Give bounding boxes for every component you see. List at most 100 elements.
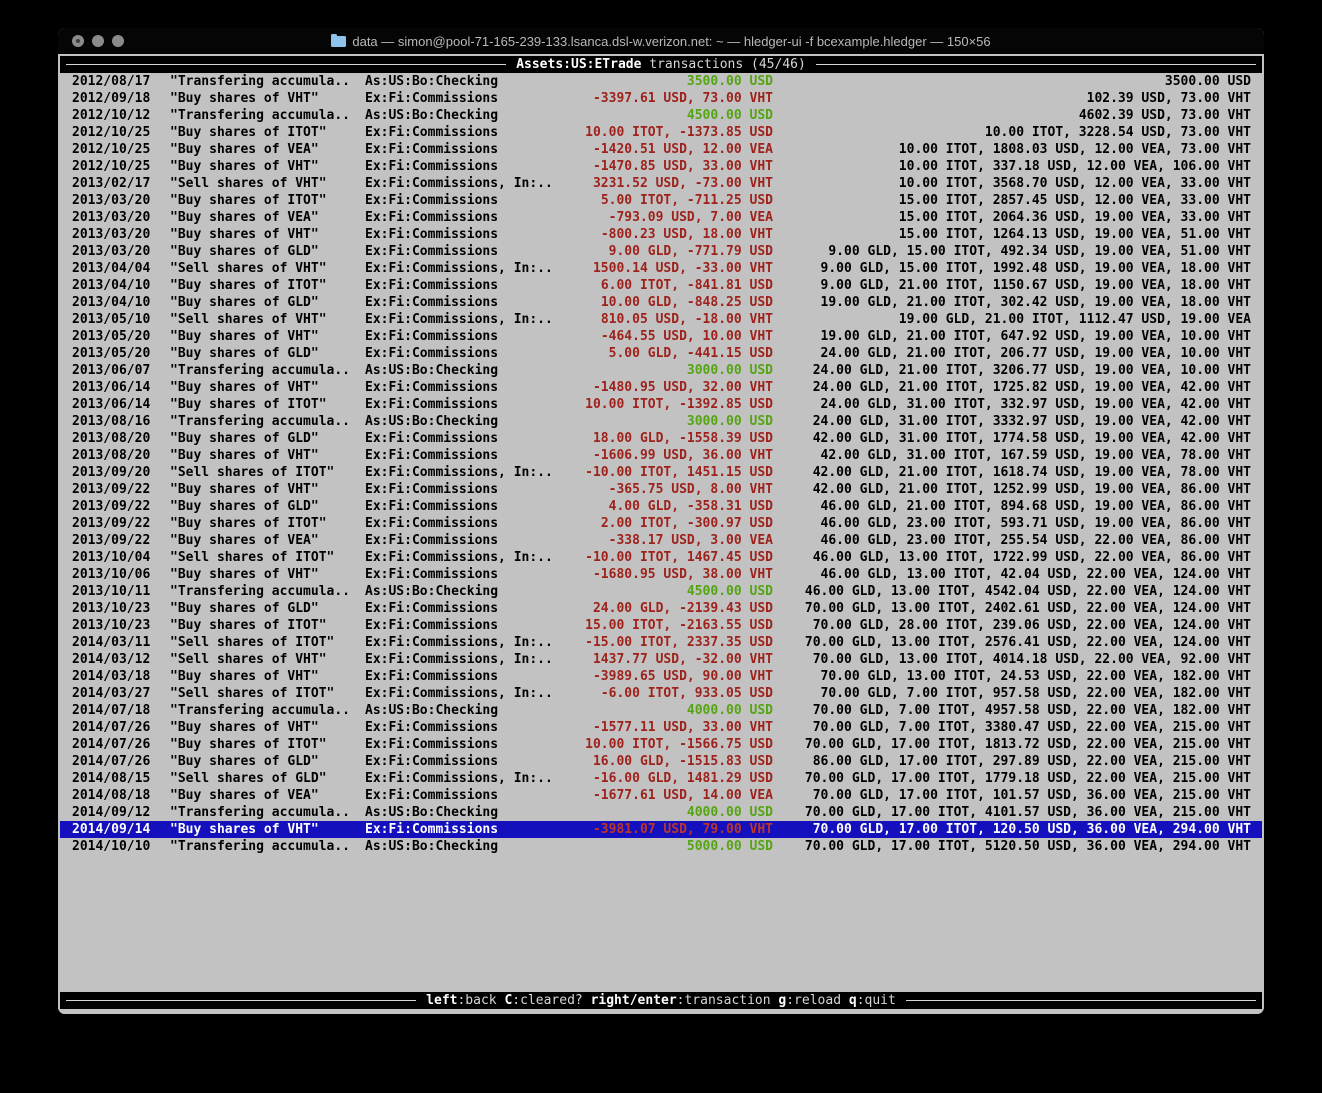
- table-row[interactable]: 2014/07/26 "Buy shares of ITOT" Ex:Fi:Co…: [60, 736, 1262, 753]
- table-row[interactable]: 2013/05/10 "Sell shares of VHT" Ex:Fi:Co…: [60, 311, 1262, 328]
- table-row[interactable]: 2014/09/14 "Buy shares of VHT" Ex:Fi:Com…: [60, 821, 1262, 838]
- txn-date: 2012/09/18: [72, 90, 170, 107]
- table-row[interactable]: 2013/10/23 "Buy shares of ITOT" Ex:Fi:Co…: [60, 617, 1262, 634]
- table-row[interactable]: 2013/04/10 "Buy shares of GLD" Ex:Fi:Com…: [60, 294, 1262, 311]
- txn-date: 2013/05/20: [72, 328, 170, 345]
- table-row[interactable]: 2012/10/25 "Buy shares of ITOT" Ex:Fi:Co…: [60, 124, 1262, 141]
- table-row[interactable]: 2014/03/11 "Sell shares of ITOT" Ex:Fi:C…: [60, 634, 1262, 651]
- table-row[interactable]: 2014/08/18 "Buy shares of VEA" Ex:Fi:Com…: [60, 787, 1262, 804]
- table-row[interactable]: 2012/10/25 "Buy shares of VEA" Ex:Fi:Com…: [60, 141, 1262, 158]
- table-row[interactable]: 2013/09/22 "Buy shares of ITOT" Ex:Fi:Co…: [60, 515, 1262, 532]
- txn-change-amount: -10.00 ITOT, 1467.45 USD: [560, 549, 773, 566]
- close-button[interactable]: [72, 35, 84, 47]
- screen-header-bar: Assets:US:ETrade transactions (45/46): [60, 56, 1262, 73]
- txn-other-accounts: Ex:Fi:Commissions: [365, 498, 560, 515]
- minimize-button[interactable]: [92, 35, 104, 47]
- table-row[interactable]: 2013/10/11 "Transfering accumula.. As:US…: [60, 583, 1262, 600]
- txn-date: 2013/03/20: [72, 192, 170, 209]
- txn-other-accounts: As:US:Bo:Checking: [365, 362, 560, 379]
- zoom-button[interactable]: [112, 35, 124, 47]
- txn-date: 2013/10/23: [72, 617, 170, 634]
- table-row[interactable]: 2014/07/26 "Buy shares of VHT" Ex:Fi:Com…: [60, 719, 1262, 736]
- table-row[interactable]: 2013/06/14 "Buy shares of VHT" Ex:Fi:Com…: [60, 379, 1262, 396]
- table-row[interactable]: 2013/02/17 "Sell shares of VHT" Ex:Fi:Co…: [60, 175, 1262, 192]
- table-row[interactable]: 2013/06/07 "Transfering accumula.. As:US…: [60, 362, 1262, 379]
- transaction-list: 2012/08/17 "Transfering accumula.. As:US…: [60, 73, 1262, 855]
- txn-change-amount: 6.00 ITOT, -841.81 USD: [560, 277, 773, 294]
- txn-description: "Buy shares of VHT": [170, 668, 365, 685]
- txn-description: "Buy shares of GLD": [170, 753, 365, 770]
- txn-date: 2012/08/17: [72, 73, 170, 90]
- table-row[interactable]: 2013/10/04 "Sell shares of ITOT" Ex:Fi:C…: [60, 549, 1262, 566]
- txn-description: "Buy shares of VHT": [170, 379, 365, 396]
- txn-other-accounts: Ex:Fi:Commissions, In:..: [365, 685, 560, 702]
- txn-running-balance: 10.00 ITOT, 3228.54 USD, 73.00 VHT: [773, 124, 1251, 141]
- table-row[interactable]: 2013/03/20 "Buy shares of GLD" Ex:Fi:Com…: [60, 243, 1262, 260]
- table-row[interactable]: 2013/04/10 "Buy shares of ITOT" Ex:Fi:Co…: [60, 277, 1262, 294]
- footer-key-action: :reload: [786, 993, 849, 1008]
- desktop-background: data — simon@pool-71-165-239-133.lsanca.…: [0, 0, 1322, 1093]
- window-titlebar[interactable]: data — simon@pool-71-165-239-133.lsanca.…: [58, 28, 1264, 54]
- txn-description: "Buy shares of VEA": [170, 787, 365, 804]
- txn-other-accounts: Ex:Fi:Commissions: [365, 447, 560, 464]
- table-row[interactable]: 2014/03/18 "Buy shares of VHT" Ex:Fi:Com…: [60, 668, 1262, 685]
- txn-other-accounts: Ex:Fi:Commissions: [365, 277, 560, 294]
- txn-running-balance: 46.00 GLD, 13.00 ITOT, 4542.04 USD, 22.0…: [773, 583, 1251, 600]
- txn-other-accounts: Ex:Fi:Commissions: [365, 294, 560, 311]
- table-row[interactable]: 2014/10/10 "Transfering accumula.. As:US…: [60, 838, 1262, 855]
- table-row[interactable]: 2012/10/12 "Transfering accumula.. As:US…: [60, 107, 1262, 124]
- table-row[interactable]: 2013/06/14 "Buy shares of ITOT" Ex:Fi:Co…: [60, 396, 1262, 413]
- table-row[interactable]: 2013/03/20 "Buy shares of VHT" Ex:Fi:Com…: [60, 226, 1262, 243]
- table-row[interactable]: 2012/09/18 "Buy shares of VHT" Ex:Fi:Com…: [60, 90, 1262, 107]
- txn-change-amount: 24.00 GLD, -2139.43 USD: [560, 600, 773, 617]
- table-row[interactable]: 2013/05/20 "Buy shares of GLD" Ex:Fi:Com…: [60, 345, 1262, 362]
- table-row[interactable]: 2013/09/22 "Buy shares of GLD" Ex:Fi:Com…: [60, 498, 1262, 515]
- txn-description: "Sell shares of ITOT": [170, 685, 365, 702]
- table-row[interactable]: 2013/10/23 "Buy shares of GLD" Ex:Fi:Com…: [60, 600, 1262, 617]
- txn-change-amount: 5.00 GLD, -441.15 USD: [560, 345, 773, 362]
- txn-other-accounts: Ex:Fi:Commissions: [365, 481, 560, 498]
- table-row[interactable]: 2013/08/20 "Buy shares of VHT" Ex:Fi:Com…: [60, 447, 1262, 464]
- table-row[interactable]: 2014/08/15 "Sell shares of GLD" Ex:Fi:Co…: [60, 770, 1262, 787]
- table-row[interactable]: 2013/08/20 "Buy shares of GLD" Ex:Fi:Com…: [60, 430, 1262, 447]
- txn-description: "Transfering accumula..: [170, 362, 365, 379]
- txn-date: 2013/05/20: [72, 345, 170, 362]
- empty-area: [60, 855, 1262, 992]
- table-row[interactable]: 2013/09/22 "Buy shares of VEA" Ex:Fi:Com…: [60, 532, 1262, 549]
- footer-key-action: :transaction: [677, 993, 779, 1008]
- header-account-name: Assets:US:ETrade: [516, 57, 641, 72]
- txn-description: "Sell shares of VHT": [170, 651, 365, 668]
- table-row[interactable]: 2013/05/20 "Buy shares of VHT" Ex:Fi:Com…: [60, 328, 1262, 345]
- table-row[interactable]: 2012/08/17 "Transfering accumula.. As:US…: [60, 73, 1262, 90]
- table-row[interactable]: 2013/03/20 "Buy shares of ITOT" Ex:Fi:Co…: [60, 192, 1262, 209]
- txn-change-amount: 4500.00 USD: [560, 107, 773, 124]
- txn-running-balance: 70.00 GLD, 7.00 ITOT, 3380.47 USD, 22.00…: [773, 719, 1251, 736]
- table-row[interactable]: 2014/09/12 "Transfering accumula.. As:US…: [60, 804, 1262, 821]
- table-row[interactable]: 2013/03/20 "Buy shares of VEA" Ex:Fi:Com…: [60, 209, 1262, 226]
- txn-change-amount: 10.00 ITOT, -1392.85 USD: [560, 396, 773, 413]
- table-row[interactable]: 2014/07/18 "Transfering accumula.. As:US…: [60, 702, 1262, 719]
- table-row[interactable]: 2014/07/26 "Buy shares of GLD" Ex:Fi:Com…: [60, 753, 1262, 770]
- txn-other-accounts: Ex:Fi:Commissions: [365, 736, 560, 753]
- table-row[interactable]: 2012/10/25 "Buy shares of VHT" Ex:Fi:Com…: [60, 158, 1262, 175]
- table-row[interactable]: 2013/08/16 "Transfering accumula.. As:US…: [60, 413, 1262, 430]
- table-row[interactable]: 2013/09/22 "Buy shares of VHT" Ex:Fi:Com…: [60, 481, 1262, 498]
- txn-change-amount: -1480.95 USD, 32.00 VHT: [560, 379, 773, 396]
- txn-other-accounts: Ex:Fi:Commissions: [365, 719, 560, 736]
- txn-other-accounts: As:US:Bo:Checking: [365, 107, 560, 124]
- txn-change-amount: 3231.52 USD, -73.00 VHT: [560, 175, 773, 192]
- footer-key: q: [849, 993, 857, 1008]
- txn-running-balance: 46.00 GLD, 21.00 ITOT, 894.68 USD, 19.00…: [773, 498, 1251, 515]
- txn-description: "Buy shares of VEA": [170, 209, 365, 226]
- txn-running-balance: 10.00 ITOT, 1808.03 USD, 12.00 VEA, 73.0…: [773, 141, 1251, 158]
- txn-date: 2014/08/15: [72, 770, 170, 787]
- txn-other-accounts: Ex:Fi:Commissions: [365, 668, 560, 685]
- table-row[interactable]: 2014/03/12 "Sell shares of VHT" Ex:Fi:Co…: [60, 651, 1262, 668]
- table-row[interactable]: 2013/09/20 "Sell shares of ITOT" Ex:Fi:C…: [60, 464, 1262, 481]
- terminal-window: data — simon@pool-71-165-239-133.lsanca.…: [58, 28, 1264, 1014]
- table-row[interactable]: 2013/04/04 "Sell shares of VHT" Ex:Fi:Co…: [60, 260, 1262, 277]
- table-row[interactable]: 2014/03/27 "Sell shares of ITOT" Ex:Fi:C…: [60, 685, 1262, 702]
- table-row[interactable]: 2013/10/06 "Buy shares of VHT" Ex:Fi:Com…: [60, 566, 1262, 583]
- txn-other-accounts: Ex:Fi:Commissions, In:..: [365, 260, 560, 277]
- txn-running-balance: 46.00 GLD, 13.00 ITOT, 1722.99 USD, 22.0…: [773, 549, 1251, 566]
